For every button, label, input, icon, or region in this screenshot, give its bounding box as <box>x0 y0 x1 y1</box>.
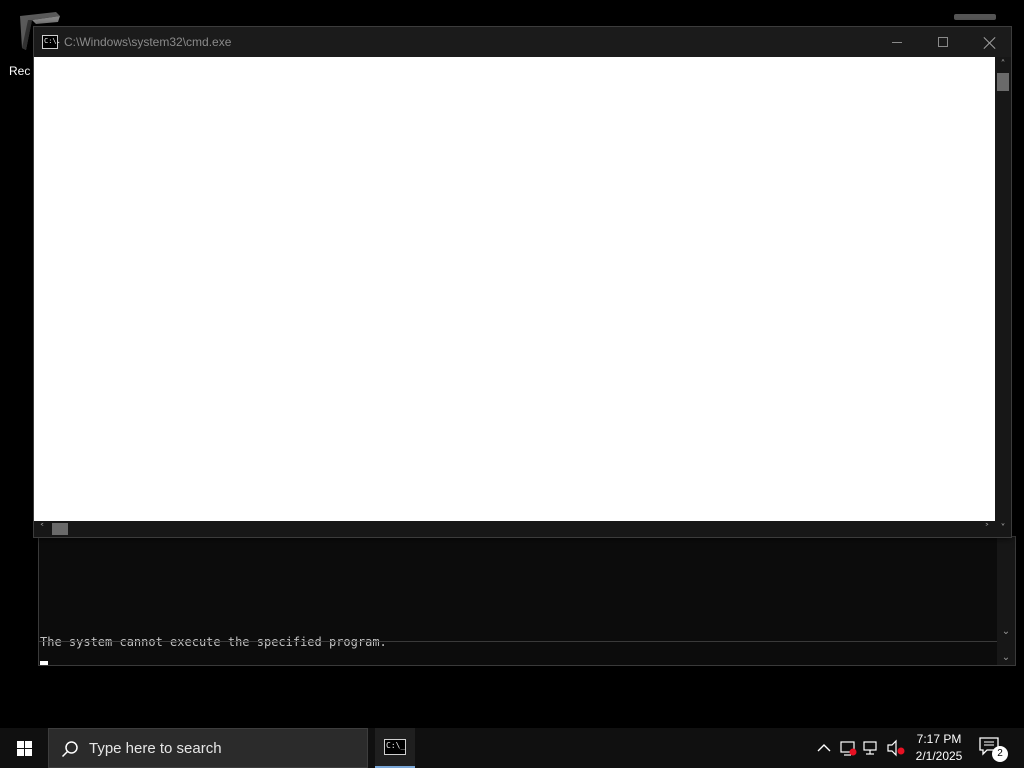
horizontal-scrollbar[interactable]: ˂ ˃ <box>34 521 995 537</box>
network-icon <box>863 741 877 755</box>
scroll-down-icon[interactable]: ⌄ <box>997 651 1015 665</box>
cmd-app-icon[interactable]: C:\. <box>42 35 61 49</box>
show-hidden-icons-button[interactable] <box>814 728 834 768</box>
horizontal-scroll-thumb[interactable] <box>52 523 68 535</box>
background-vertical-scrollbar[interactable]: ⌄ ⌄ <box>997 537 1015 665</box>
background-console-window[interactable]: The system cannot execute the specified … <box>38 536 1016 666</box>
windows-logo-icon <box>16 740 32 756</box>
notification-count-badge: 2 <box>992 746 1008 762</box>
cmd-icon: C:\_ <box>384 739 406 755</box>
console-output-area[interactable] <box>34 57 995 521</box>
error-message: The system cannot execute the specified … <box>40 635 387 649</box>
scroll-left-icon[interactable]: ˂ <box>34 521 50 537</box>
background-console-output <box>39 537 997 641</box>
tray-device-status[interactable] <box>838 728 858 768</box>
action-center-button[interactable]: 2 <box>978 736 1008 762</box>
search-placeholder: Type here to search <box>89 740 222 757</box>
device-warning-icon <box>840 741 857 756</box>
start-button[interactable] <box>0 728 48 768</box>
tray-volume[interactable] <box>885 728 907 768</box>
minimize-button[interactable] <box>874 27 920 57</box>
search-box[interactable]: Type here to search <box>48 728 368 768</box>
maximize-button[interactable] <box>920 27 966 57</box>
title-bar[interactable]: C:\. C:\Windows\system32\cmd.exe <box>34 27 1011 57</box>
desktop: Rec The system cannot execute the specif… <box>0 0 1024 728</box>
scroll-down-icon[interactable]: ⌄ <box>997 625 1015 639</box>
vertical-scrollbar[interactable]: ˄ ˅ <box>995 57 1011 537</box>
text-cursor <box>40 661 48 665</box>
scroll-right-icon[interactable]: ˃ <box>979 521 995 537</box>
scroll-down-icon[interactable]: ˅ <box>995 521 1011 537</box>
pane-divider <box>39 641 1015 642</box>
maximize-icon <box>938 37 948 47</box>
tray-network[interactable] <box>861 728 881 768</box>
vertical-scroll-thumb[interactable] <box>997 73 1009 91</box>
taskbar-item-cmd[interactable]: C:\_ <box>375 728 415 768</box>
search-icon <box>61 741 78 758</box>
scroll-up-icon[interactable]: ˄ <box>995 57 1011 73</box>
clock-date: 2/1/2025 <box>915 749 963 763</box>
window-title: C:\Windows\system32\cmd.exe <box>64 35 232 49</box>
chevron-up-icon <box>817 744 831 752</box>
desktop-shortcut-fragment[interactable] <box>954 14 996 20</box>
close-icon <box>983 36 996 49</box>
cmd-taskbar-icon-text: C:\_ <box>386 741 406 750</box>
recycle-bin-label: Rec <box>9 64 31 78</box>
close-button[interactable] <box>966 27 1012 57</box>
clock-time: 7:17 PM <box>916 732 962 746</box>
volume-muted-icon <box>887 739 905 757</box>
cmd-icon-text: C:\. <box>44 37 61 45</box>
minimize-icon <box>892 41 902 43</box>
taskbar: Type here to search C:\_ 7:17 PM 2/1/202… <box>0 728 1024 768</box>
system-clock[interactable]: 7:17 PM 2/1/2025 <box>908 731 970 765</box>
cmd-window[interactable]: C:\. C:\Windows\system32\cmd.exe ˄ ˅ ˂ ˃ <box>33 26 1012 538</box>
